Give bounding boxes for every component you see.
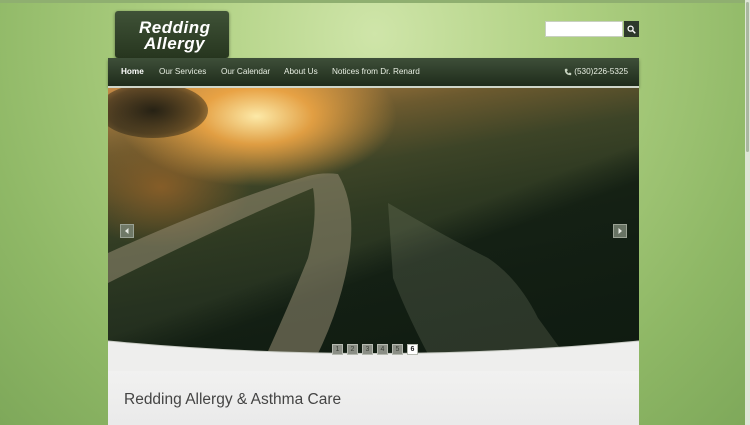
- nav-item-home[interactable]: Home: [121, 58, 144, 86]
- nav-item-our-services[interactable]: Our Services: [159, 58, 206, 86]
- slider-next-button[interactable]: [613, 224, 627, 238]
- hero-slider: 1 2 3 4 5 6: [108, 86, 639, 371]
- slider-page-5[interactable]: 5: [392, 344, 403, 355]
- search-input[interactable]: [545, 21, 623, 37]
- chevron-right-icon: [618, 228, 622, 234]
- logo-line-2: Allergy: [144, 34, 206, 53]
- slider-page-4[interactable]: 4: [377, 344, 388, 355]
- slider-page-1[interactable]: 1: [332, 344, 343, 355]
- slider-page-2[interactable]: 2: [347, 344, 358, 355]
- page-scrollbar[interactable]: [745, 0, 750, 425]
- nav-item-about-us[interactable]: About Us: [284, 58, 318, 86]
- top-border: [0, 0, 750, 3]
- site-logo[interactable]: Redding Allergy: [115, 11, 229, 58]
- slider-pagination: 1 2 3 4 5 6: [332, 344, 418, 355]
- phone-number-text: (530)226-5325: [574, 67, 628, 76]
- slider-prev-button[interactable]: [120, 224, 134, 238]
- scrollbar-thumb[interactable]: [746, 2, 749, 152]
- nav-item-notices[interactable]: Notices from Dr. Renard: [332, 58, 420, 86]
- phone-number[interactable]: (530)226-5325: [564, 58, 628, 86]
- search-box: [545, 21, 639, 37]
- slider-page-6[interactable]: 6: [407, 344, 418, 355]
- search-icon: [627, 24, 636, 34]
- phone-icon: [565, 68, 572, 76]
- main-content: Redding Allergy & Asthma Care: [108, 371, 639, 425]
- slide-path: [108, 173, 577, 371]
- search-button[interactable]: [624, 21, 639, 37]
- page-title: Redding Allergy & Asthma Care: [124, 391, 342, 408]
- slider-page-3[interactable]: 3: [362, 344, 373, 355]
- nav-item-our-calendar[interactable]: Our Calendar: [221, 58, 270, 86]
- main-nav: Home Our Services Our Calendar About Us …: [108, 58, 639, 86]
- chevron-left-icon: [125, 228, 129, 234]
